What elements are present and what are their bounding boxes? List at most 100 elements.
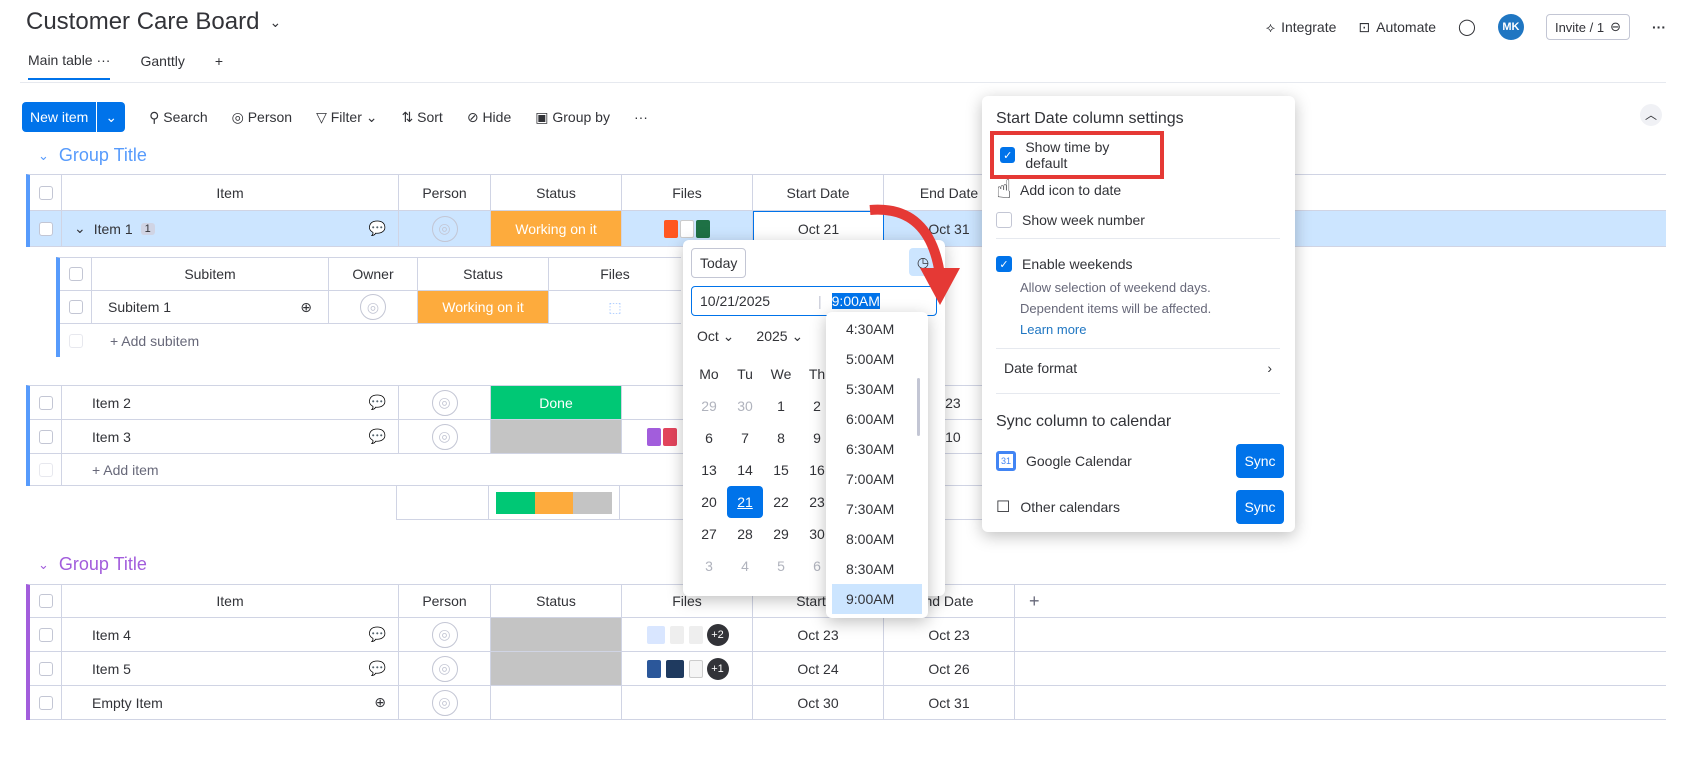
other-sync-button[interactable]: Sync: [1236, 490, 1284, 524]
comment-icon[interactable]: ◯: [1458, 17, 1476, 37]
calendar-day[interactable]: 22: [763, 486, 799, 518]
person-avatar[interactable]: ◎: [431, 655, 458, 682]
item-name[interactable]: Item 1: [94, 221, 133, 237]
group-title[interactable]: ⌄ Group Title: [38, 554, 147, 575]
new-item-button[interactable]: New item ⌄: [22, 102, 126, 132]
time-option[interactable]: 7:30AM: [826, 494, 928, 524]
row-checkbox[interactable]: [38, 661, 53, 676]
chevron-down-icon[interactable]: ⌄: [74, 220, 86, 237]
calendar-day[interactable]: 20: [691, 486, 727, 518]
collapse-icon[interactable]: ︿: [1640, 104, 1662, 126]
row-checkbox[interactable]: [38, 395, 53, 410]
chevron-down-icon[interactable]: ⌄: [38, 148, 49, 164]
search-button[interactable]: ⚲ Search: [149, 109, 208, 126]
learn-more-link[interactable]: Learn more: [1020, 319, 1211, 340]
person-avatar[interactable]: ◎: [431, 621, 458, 648]
table-row[interactable]: Item 5 💬 ◎ +1 Oct 24 Oct 26: [30, 652, 1666, 686]
group-by-button[interactable]: ▣ Group by: [535, 109, 610, 126]
scrollbar[interactable]: [917, 378, 920, 436]
row-checkbox[interactable]: [38, 627, 53, 642]
more-icon[interactable]: ···: [1652, 19, 1666, 35]
calendar-day[interactable]: 29: [691, 390, 727, 422]
end-date-cell[interactable]: Oct 23: [884, 618, 1015, 651]
time-option[interactable]: 7:00AM: [826, 464, 928, 494]
item-name[interactable]: Empty Item: [92, 695, 163, 711]
check-icon[interactable]: ✓: [1000, 147, 1016, 163]
select-all-checkbox[interactable]: [68, 267, 83, 281]
time-option[interactable]: 5:30AM: [826, 374, 928, 404]
row-checkbox[interactable]: [38, 695, 53, 710]
calendar-day[interactable]: 3: [691, 550, 727, 582]
more-files-badge[interactable]: +2: [706, 623, 729, 646]
calendar-day[interactable]: 27: [691, 518, 727, 550]
person-avatar[interactable]: ◎: [431, 215, 458, 242]
month-select[interactable]: Oct ⌄: [697, 328, 734, 345]
tab-main-table[interactable]: Main table ···: [28, 52, 111, 80]
more-icon[interactable]: ···: [634, 109, 648, 125]
week-number-option[interactable]: Show week number: [996, 212, 1145, 228]
start-date-cell[interactable]: Oct 23: [753, 618, 884, 651]
files-cell[interactable]: +2: [622, 618, 753, 651]
row-checkbox[interactable]: [38, 221, 53, 236]
add-update-icon[interactable]: ⊕: [374, 694, 386, 711]
owner-avatar[interactable]: ◎: [360, 294, 386, 320]
check-icon[interactable]: ✓: [996, 256, 1012, 272]
filter-button[interactable]: ▽ Filter ⌄: [316, 109, 377, 126]
add-subitem-row[interactable]: + Add subitem: [60, 324, 681, 357]
integrate-button[interactable]: ⟡ Integrate: [1266, 19, 1337, 36]
hide-button[interactable]: ⊘ Hide: [467, 109, 511, 126]
calendar-day[interactable]: 6: [691, 422, 727, 454]
invite-button[interactable]: Invite / 1 ⊖: [1545, 14, 1630, 40]
add-update-icon[interactable]: ⊕: [300, 299, 312, 316]
calendar-day[interactable]: 28: [727, 518, 763, 550]
status-label[interactable]: Working on it: [491, 211, 621, 246]
today-button[interactable]: Today: [691, 248, 747, 278]
sort-button[interactable]: ⇅ Sort: [402, 109, 443, 126]
add-view-icon[interactable]: +: [215, 53, 223, 79]
item-name[interactable]: Item 2: [92, 395, 131, 411]
chevron-down-icon[interactable]: ⌄: [38, 557, 49, 573]
add-icon-option[interactable]: ☝ Add icon to date: [996, 174, 1121, 205]
board-title[interactable]: Customer Care Board ⌄: [26, 8, 281, 36]
google-sync-button[interactable]: Sync: [1236, 444, 1284, 478]
subitem-name[interactable]: Subitem 1: [108, 299, 171, 315]
status-label[interactable]: Working on it: [418, 291, 548, 323]
add-column-icon[interactable]: +: [1015, 591, 1040, 612]
files-cell[interactable]: ⬚: [549, 291, 681, 323]
add-subitem[interactable]: + Add subitem: [92, 333, 199, 349]
add-item[interactable]: + Add item: [62, 462, 159, 478]
person-avatar[interactable]: ◎: [431, 389, 458, 416]
end-date-cell[interactable]: Oct 26: [884, 652, 1015, 685]
row-checkbox[interactable]: [38, 429, 53, 444]
calendar-day[interactable]: 8: [763, 422, 799, 454]
status-label[interactable]: [491, 618, 621, 651]
date-format-option[interactable]: Date format ›: [1004, 360, 1272, 376]
status-label[interactable]: [491, 652, 621, 685]
person-avatar[interactable]: ◎: [431, 423, 458, 450]
calendar-day[interactable]: 30: [727, 390, 763, 422]
updates-icon[interactable]: 💬: [369, 428, 386, 445]
subitem-row[interactable]: Subitem 1 ⊕ ◎ Working on it ⬚: [60, 291, 681, 324]
start-date-cell[interactable]: Oct 24: [753, 652, 884, 685]
tab-ganttly[interactable]: Ganttly: [140, 53, 184, 79]
calendar-day[interactable]: 7: [727, 422, 763, 454]
calendar-day[interactable]: 15: [763, 454, 799, 486]
time-option[interactable]: 8:00AM: [826, 524, 928, 554]
avatar[interactable]: MK: [1497, 14, 1524, 40]
more-files-badge[interactable]: +1: [706, 657, 729, 680]
show-time-option[interactable]: ✓ Show time by default: [990, 131, 1164, 179]
calendar-day[interactable]: 29: [763, 518, 799, 550]
calendar-day[interactable]: 1: [763, 390, 799, 422]
calendar-day-selected[interactable]: 21: [727, 486, 763, 518]
time-option[interactable]: 5:00AM: [826, 344, 928, 374]
files-cell[interactable]: +1: [622, 652, 753, 685]
end-date-cell[interactable]: Oct 31: [884, 686, 1015, 719]
person-button[interactable]: ◎ Person: [232, 109, 292, 126]
weekends-option[interactable]: ✓ Enable weekends: [996, 256, 1133, 272]
date-input-value[interactable]: 10/21/2025: [700, 293, 818, 309]
start-date-cell[interactable]: Oct 30: [753, 686, 884, 719]
updates-icon[interactable]: 💬: [369, 660, 386, 677]
updates-icon[interactable]: 💬: [369, 394, 386, 411]
time-option[interactable]: 8:30AM: [826, 554, 928, 584]
time-option[interactable]: 4:30AM: [826, 314, 928, 344]
